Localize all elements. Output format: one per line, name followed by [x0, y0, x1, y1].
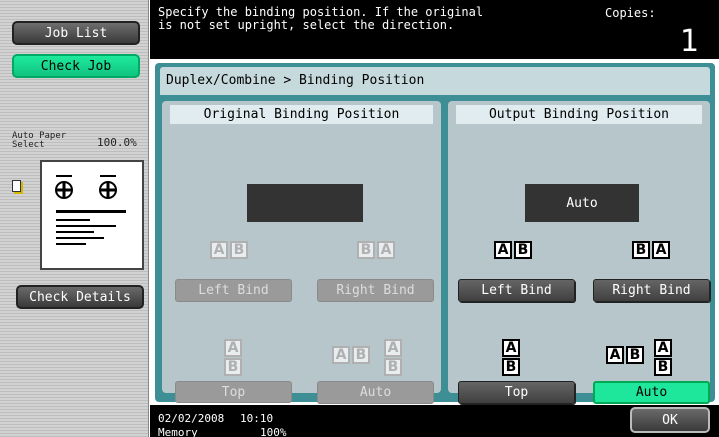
glyph-b: B — [352, 346, 370, 364]
breadcrumb: Duplex/Combine > Binding Position — [160, 67, 710, 95]
glyph-b: B — [632, 241, 650, 259]
glyph-a: A — [377, 241, 395, 259]
date-display: 02/02/2008 — [158, 412, 225, 425]
output-binding-display: Auto — [525, 184, 639, 222]
glyph-a: A — [494, 241, 512, 259]
output-right-bind-button[interactable]: Right Bind — [593, 279, 710, 302]
glyph-a: A — [332, 346, 350, 364]
binding-position-panel: Duplex/Combine > Binding Position Origin… — [155, 63, 715, 404]
glyph-b: B — [626, 346, 644, 364]
top-bind-glyph-icon: A B — [224, 339, 242, 376]
job-list-button[interactable]: Job List — [12, 21, 140, 45]
auto-paper-line2: Select — [12, 140, 45, 150]
left-bind-glyph-icon: A B — [494, 241, 532, 259]
right-bind-glyph-icon: B A — [357, 241, 395, 259]
message-bar: Specify the binding position. If the ori… — [150, 0, 719, 59]
original-binding-title: Original Binding Position — [170, 105, 433, 124]
status-footer: 02/02/2008 10:10 Memory 100% OK — [150, 405, 719, 437]
output-top-button[interactable]: Top — [458, 381, 575, 404]
original-document-icon — [12, 180, 21, 192]
top-bind-glyph-icon: A B — [502, 339, 520, 376]
left-bind-glyph-icon: A B — [210, 241, 248, 259]
preview-graphic-icon — [55, 175, 126, 245]
glyph-a: A — [652, 241, 670, 259]
output-binding-section: Output Binding Position Auto A B Left Bi… — [448, 101, 710, 404]
output-auto-button[interactable]: Auto — [593, 381, 710, 404]
glyph-b: B — [230, 241, 248, 259]
check-job-button[interactable]: Check Job — [12, 54, 140, 78]
right-bind-glyph-icon: B A — [632, 241, 670, 259]
original-right-bind-button[interactable]: Right Bind — [317, 279, 434, 302]
glyph-a: A — [606, 346, 624, 364]
glyph-b: B — [224, 358, 242, 376]
auto-bind-vertical-glyph-icon: A B — [654, 339, 672, 376]
glyph-a: A — [654, 339, 672, 357]
zoom-ratio: 100.0% — [97, 136, 137, 149]
original-binding-display — [247, 184, 363, 222]
original-left-bind-button[interactable]: Left Bind — [175, 279, 292, 302]
glyph-a: A — [502, 339, 520, 357]
glyph-a: A — [384, 339, 402, 357]
document-preview — [40, 160, 144, 270]
glyph-b: B — [357, 241, 375, 259]
glyph-b: B — [384, 358, 402, 376]
memory-label: Memory — [158, 426, 198, 437]
original-top-button[interactable]: Top — [175, 381, 292, 403]
output-left-bind-button[interactable]: Left Bind — [458, 279, 575, 302]
original-binding-section: Original Binding Position A B Left Bind … — [162, 101, 441, 404]
memory-value: 100% — [260, 426, 287, 437]
original-auto-button[interactable]: Auto — [317, 381, 434, 404]
left-sidebar: Job List Check Job Auto Paper Select 100… — [0, 0, 149, 437]
copies-label: Copies: — [605, 6, 656, 20]
copies-value: 1 — [680, 24, 700, 59]
output-binding-title: Output Binding Position — [456, 105, 702, 124]
ok-button[interactable]: OK — [630, 407, 710, 433]
auto-bind-glyph-icon: A B — [606, 346, 644, 364]
glyph-b: B — [502, 358, 520, 376]
auto-bind-vertical-glyph-icon: A B — [384, 339, 402, 376]
auto-paper-select-label: Auto Paper Select — [12, 132, 66, 150]
glyph-b: B — [514, 241, 532, 259]
auto-bind-glyph-icon: A B — [332, 346, 370, 364]
time-display: 10:10 — [240, 412, 274, 425]
check-details-button[interactable]: Check Details — [16, 285, 144, 309]
glyph-a: A — [210, 241, 228, 259]
glyph-b: B — [654, 358, 672, 376]
glyph-a: A — [224, 339, 242, 357]
instruction-message: Specify the binding position. If the ori… — [158, 5, 484, 32]
